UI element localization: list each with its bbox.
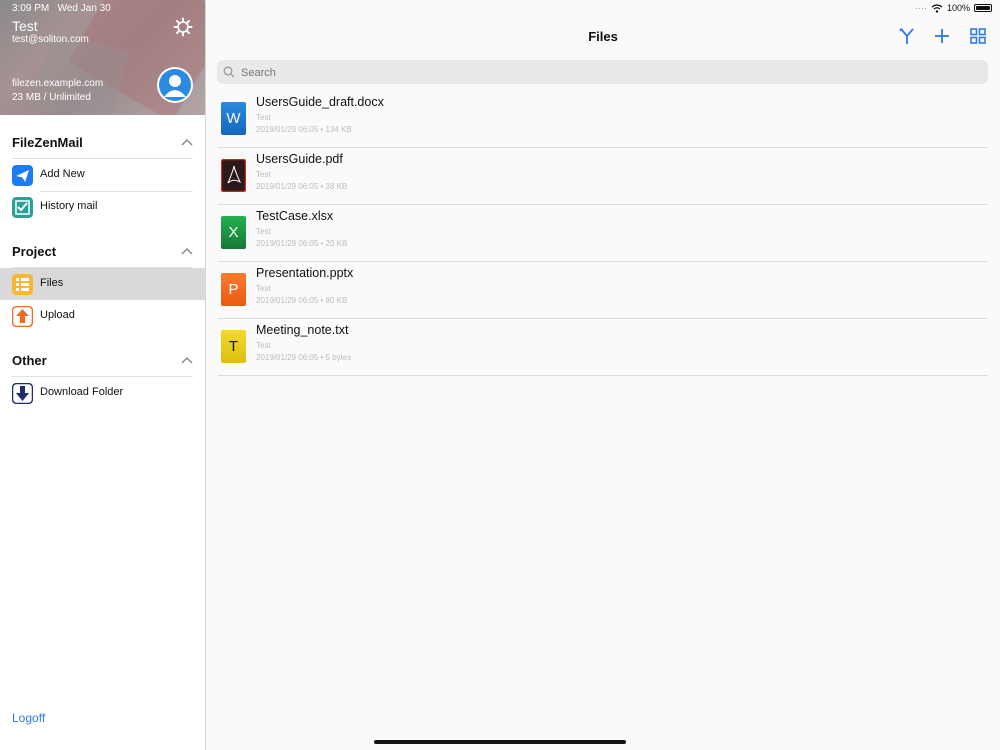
file-meta: 2019/01/29 06:05 • 134 KB bbox=[256, 125, 352, 134]
sidebar-item-upload[interactable]: Upload bbox=[0, 300, 205, 332]
file-owner: Test bbox=[256, 227, 271, 236]
search-icon bbox=[223, 66, 235, 78]
home-indicator[interactable] bbox=[374, 740, 626, 744]
battery-icon bbox=[974, 4, 992, 12]
sidebar-item-label: Files bbox=[40, 277, 64, 289]
file-name: UsersGuide.pdf bbox=[256, 152, 343, 166]
download-arrow-icon bbox=[12, 383, 33, 404]
sidebar-item-add-new[interactable]: Add New bbox=[0, 159, 205, 191]
user-email: test@soliton.com bbox=[12, 34, 89, 45]
status-bar-right: ···· 100% bbox=[915, 3, 992, 13]
powerpoint-file-icon: P bbox=[221, 273, 246, 306]
file-owner: Test bbox=[256, 284, 271, 293]
divider bbox=[218, 375, 988, 376]
user-name: Test bbox=[12, 18, 38, 34]
chevron-up-icon[interactable] bbox=[181, 247, 193, 255]
sidebar-item-download-folder[interactable]: Download Folder bbox=[0, 377, 205, 409]
file-name: Meeting_note.txt bbox=[256, 323, 349, 337]
paper-plane-icon bbox=[12, 165, 33, 186]
page-title: Files bbox=[588, 29, 618, 44]
sidebar: 3:09 PM Wed Jan 30 Test test@soliton.com… bbox=[0, 0, 206, 750]
file-owner: Test bbox=[256, 170, 271, 179]
search-input[interactable] bbox=[239, 63, 963, 83]
avatar[interactable] bbox=[157, 67, 193, 103]
sidebar-item-history-mail[interactable]: History mail bbox=[0, 191, 205, 223]
checkbox-icon bbox=[12, 197, 33, 218]
battery-percent: 100% bbox=[946, 3, 970, 13]
sidebar-item-label: Download Folder bbox=[40, 386, 124, 398]
file-owner: Test bbox=[256, 341, 271, 350]
plus-icon[interactable] bbox=[932, 26, 952, 46]
files-list-icon bbox=[12, 274, 33, 295]
file-meta: 2019/01/29 06:05 • 5 bytes bbox=[256, 353, 352, 362]
search-bar[interactable] bbox=[217, 60, 988, 84]
file-row[interactable]: W UsersGuide_draft.docx Test 2019/01/29 … bbox=[218, 91, 988, 148]
account-header: 3:09 PM Wed Jan 30 Test test@soliton.com… bbox=[0, 0, 205, 115]
text-file-icon: T bbox=[221, 330, 246, 363]
chevron-up-icon[interactable] bbox=[181, 138, 193, 146]
word-file-icon: W bbox=[221, 102, 246, 135]
file-meta: 2019/01/29 06:05 • 80 KB bbox=[256, 296, 348, 305]
sidebar-item-label: History mail bbox=[40, 200, 98, 212]
pdf-file-icon bbox=[221, 159, 246, 192]
sidebar-item-label: Upload bbox=[40, 309, 75, 321]
storage-quota: 23 MB / Unlimited bbox=[12, 92, 91, 103]
file-name: Presentation.pptx bbox=[256, 266, 354, 280]
file-name: UsersGuide_draft.docx bbox=[256, 95, 384, 109]
sidebar-item-label: Add New bbox=[40, 168, 85, 180]
excel-file-icon: X bbox=[221, 216, 246, 249]
grid-icon[interactable] bbox=[968, 26, 988, 46]
chevron-up-icon[interactable] bbox=[181, 356, 193, 364]
signal-dots-icon: ···· bbox=[914, 3, 927, 13]
merge-icon[interactable] bbox=[897, 26, 917, 46]
section-title-project: Project bbox=[12, 244, 57, 259]
file-row[interactable]: P Presentation.pptx Test 2019/01/29 06:0… bbox=[218, 262, 988, 319]
section-title-filezenmail: FileZenMail bbox=[12, 135, 83, 150]
server-url: filezen.example.com bbox=[12, 78, 104, 89]
file-row[interactable]: T Meeting_note.txt Test 2019/01/29 06:05… bbox=[218, 319, 988, 376]
file-owner: Test bbox=[256, 113, 271, 122]
main-panel: ···· 100% Files W UsersGuide_draft.docx bbox=[206, 0, 1000, 750]
wifi-icon bbox=[931, 3, 943, 13]
file-meta: 2019/01/29 06:05 • 20 KB bbox=[256, 239, 348, 248]
gear-icon[interactable] bbox=[173, 17, 193, 37]
sidebar-item-files[interactable]: Files bbox=[0, 268, 205, 300]
file-row[interactable]: X TestCase.xlsx Test 2019/01/29 06:05 • … bbox=[218, 205, 988, 262]
status-time: 3:09 PM Wed Jan 30 bbox=[12, 3, 111, 14]
file-name: TestCase.xlsx bbox=[256, 209, 334, 223]
user-avatar-icon bbox=[159, 69, 191, 101]
upload-arrow-icon bbox=[12, 306, 33, 327]
section-title-other: Other bbox=[12, 353, 47, 368]
file-meta: 2019/01/29 06:05 • 38 KB bbox=[256, 182, 348, 191]
file-row[interactable]: UsersGuide.pdf Test 2019/01/29 06:05 • 3… bbox=[218, 148, 988, 205]
logoff-link[interactable]: Logoff bbox=[12, 711, 45, 725]
